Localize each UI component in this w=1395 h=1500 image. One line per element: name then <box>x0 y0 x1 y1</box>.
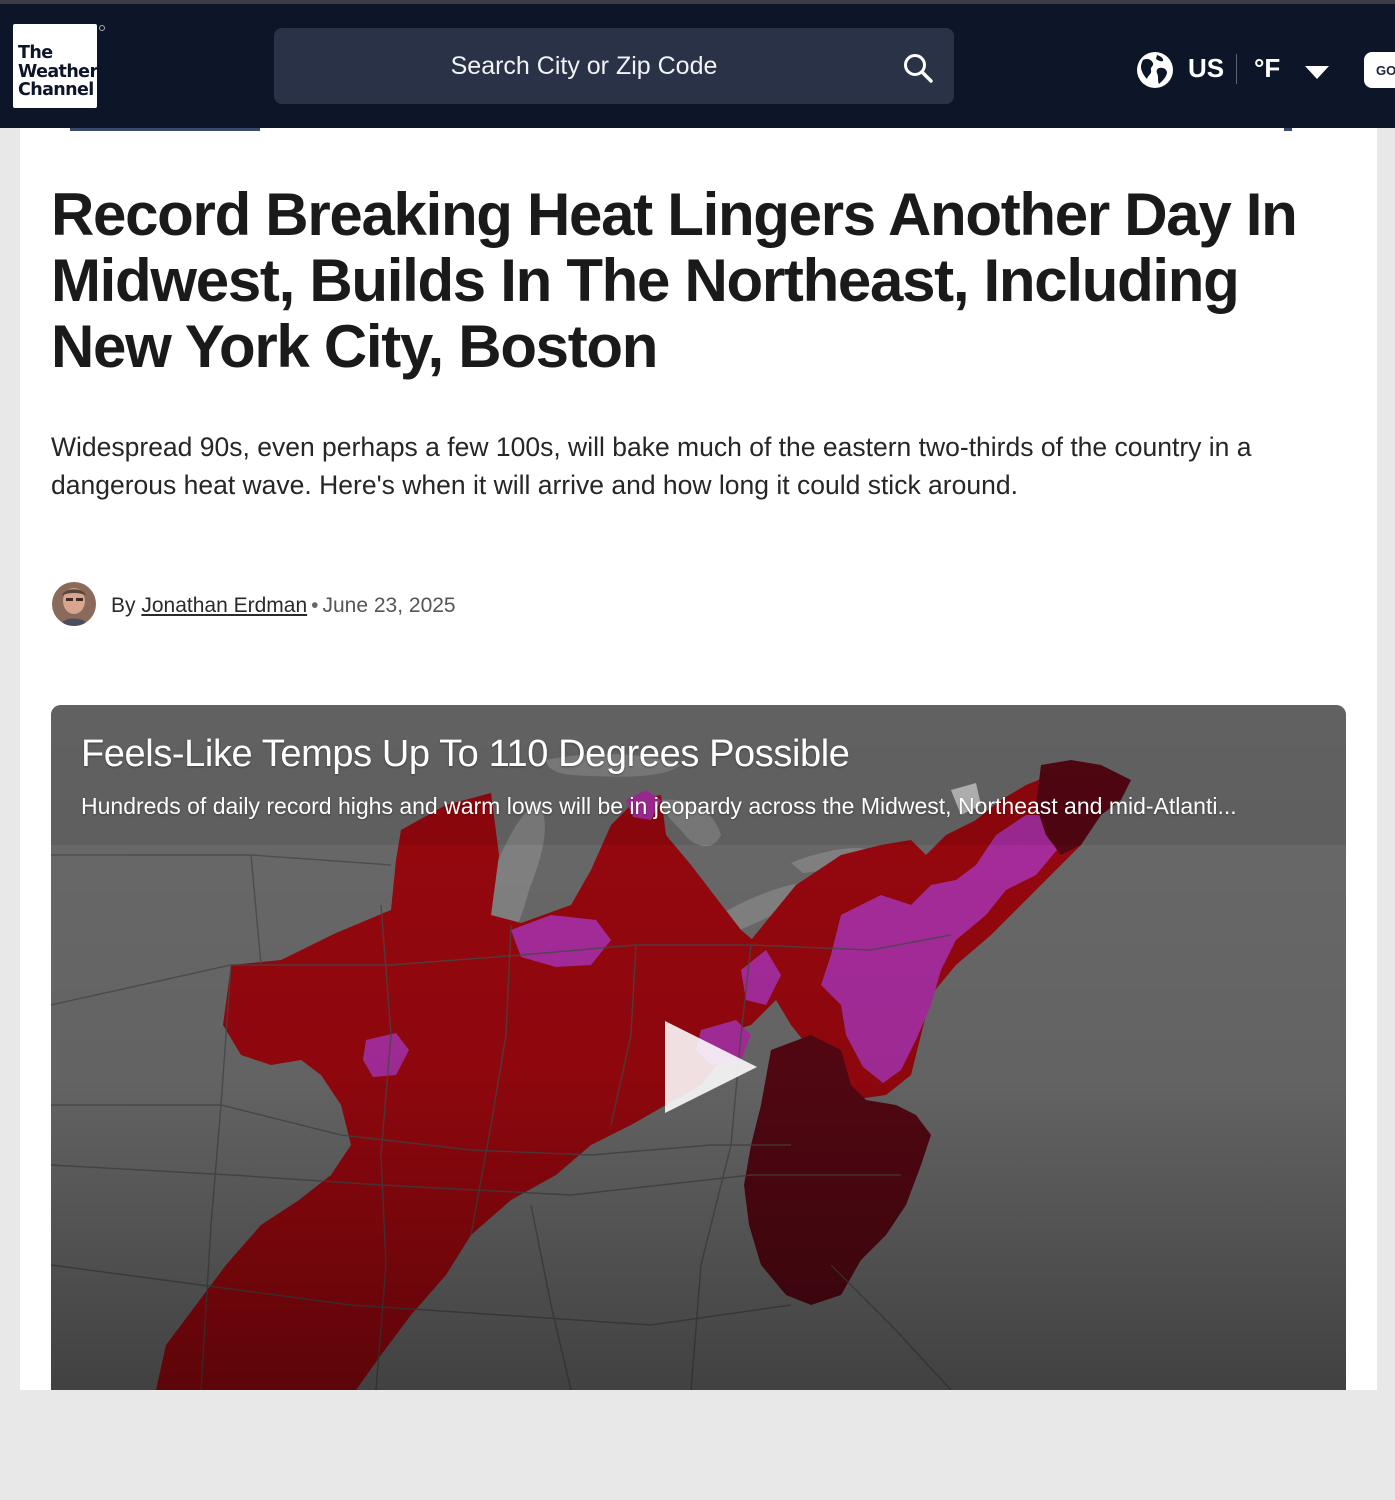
logo-line-1: The <box>18 43 53 63</box>
publish-date: June 23, 2025 <box>322 594 456 617</box>
chevron-down-icon[interactable] <box>1304 64 1330 80</box>
logo-line-3: Channel <box>18 80 94 100</box>
article-card: Record Breaking Heat Lingers Another Day… <box>20 128 1377 1390</box>
search-icon[interactable] <box>902 52 934 84</box>
breadcrumb-fragment <box>1284 128 1292 131</box>
go-button[interactable]: GO <box>1364 52 1395 88</box>
author-avatar[interactable] <box>52 582 96 626</box>
video-title: Feels-Like Temps Up To 110 Degrees Possi… <box>81 733 850 775</box>
breadcrumb-underline <box>70 128 260 131</box>
logo-line-2: Weather <box>18 61 98 82</box>
header-divider <box>1236 54 1237 84</box>
article-summary: Widespread 90s, even perhaps a few 100s,… <box>51 432 1252 500</box>
author-link[interactable]: Jonathan Erdman <box>141 594 307 617</box>
site-header: The Weather Channel US °F GO <box>0 4 1395 128</box>
weather-channel-logo[interactable]: The Weather Channel <box>13 24 98 108</box>
byline-prefix: By <box>111 594 136 617</box>
trademark-icon <box>99 25 105 31</box>
article-headline: Record Breaking Heat Lingers Another Day… <box>51 181 1298 380</box>
play-icon[interactable] <box>661 1017 761 1117</box>
video-player[interactable]: Feels-Like Temps Up To 110 Degrees Possi… <box>51 705 1346 1390</box>
video-description: Hundreds of daily record highs and warm … <box>81 793 1237 819</box>
globe-icon[interactable] <box>1136 51 1174 89</box>
region-label[interactable]: US <box>1188 53 1224 84</box>
search-input[interactable] <box>274 28 954 104</box>
byline: By Jonathan Erdman • June 23, 2025 <box>52 582 752 628</box>
unit-label[interactable]: °F <box>1254 53 1280 84</box>
byline-separator: • <box>311 594 319 617</box>
byline-text: By Jonathan Erdman • June 23, 2025 <box>111 594 456 618</box>
